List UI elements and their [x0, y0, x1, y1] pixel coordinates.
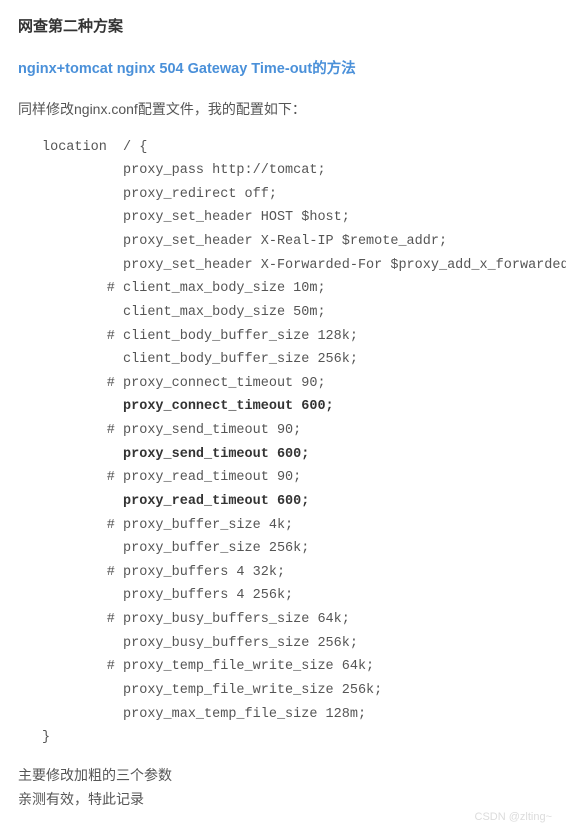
code-line: proxy_redirect off; — [42, 183, 548, 207]
code-block: location / { proxy_pass http://tomcat; p… — [18, 136, 548, 750]
code-line: # client_max_body_size 10m; — [42, 277, 548, 301]
section-heading: 网查第二种方案 — [18, 16, 548, 39]
footer-note-1: 主要修改加粗的三个参数 — [18, 764, 548, 788]
code-line: proxy_buffer_size 256k; — [42, 537, 548, 561]
article-link-line: nginx+tomcat nginx 504 Gateway Time-out的… — [18, 57, 548, 81]
code-line: client_max_body_size 50m; — [42, 301, 548, 325]
code-line: proxy_temp_file_write_size 256k; — [42, 679, 548, 703]
code-line: proxy_pass http://tomcat; — [42, 159, 548, 183]
code-line: # client_body_buffer_size 128k; — [42, 325, 548, 349]
code-line: proxy_busy_buffers_size 256k; — [42, 632, 548, 656]
code-line: proxy_connect_timeout 600; — [42, 395, 548, 419]
code-line: # proxy_buffers 4 32k; — [42, 561, 548, 585]
code-line: proxy_send_timeout 600; — [42, 443, 548, 467]
code-line: proxy_set_header HOST $host; — [42, 206, 548, 230]
code-line: # proxy_buffer_size 4k; — [42, 514, 548, 538]
code-line: proxy_set_header X-Real-IP $remote_addr; — [42, 230, 548, 254]
code-line: # proxy_temp_file_write_size 64k; — [42, 655, 548, 679]
code-line: # proxy_send_timeout 90; — [42, 419, 548, 443]
code-line: # proxy_read_timeout 90; — [42, 466, 548, 490]
code-line: client_body_buffer_size 256k; — [42, 348, 548, 372]
code-line: proxy_buffers 4 256k; — [42, 584, 548, 608]
code-line: proxy_read_timeout 600; — [42, 490, 548, 514]
code-line: location / { — [42, 136, 548, 160]
intro-text: 同样修改nginx.conf配置文件，我的配置如下： — [18, 99, 548, 120]
code-line: proxy_set_header X-Forwarded-For $proxy_… — [42, 254, 548, 278]
code-line: proxy_max_temp_file_size 128m; — [42, 703, 548, 727]
code-line: } — [42, 726, 548, 750]
code-line: # proxy_busy_buffers_size 64k; — [42, 608, 548, 632]
code-line: # proxy_connect_timeout 90; — [42, 372, 548, 396]
article-link[interactable]: nginx+tomcat nginx 504 Gateway Time-out的… — [18, 61, 356, 77]
footer-note-2: 亲测有效，特此记录 — [18, 788, 548, 812]
